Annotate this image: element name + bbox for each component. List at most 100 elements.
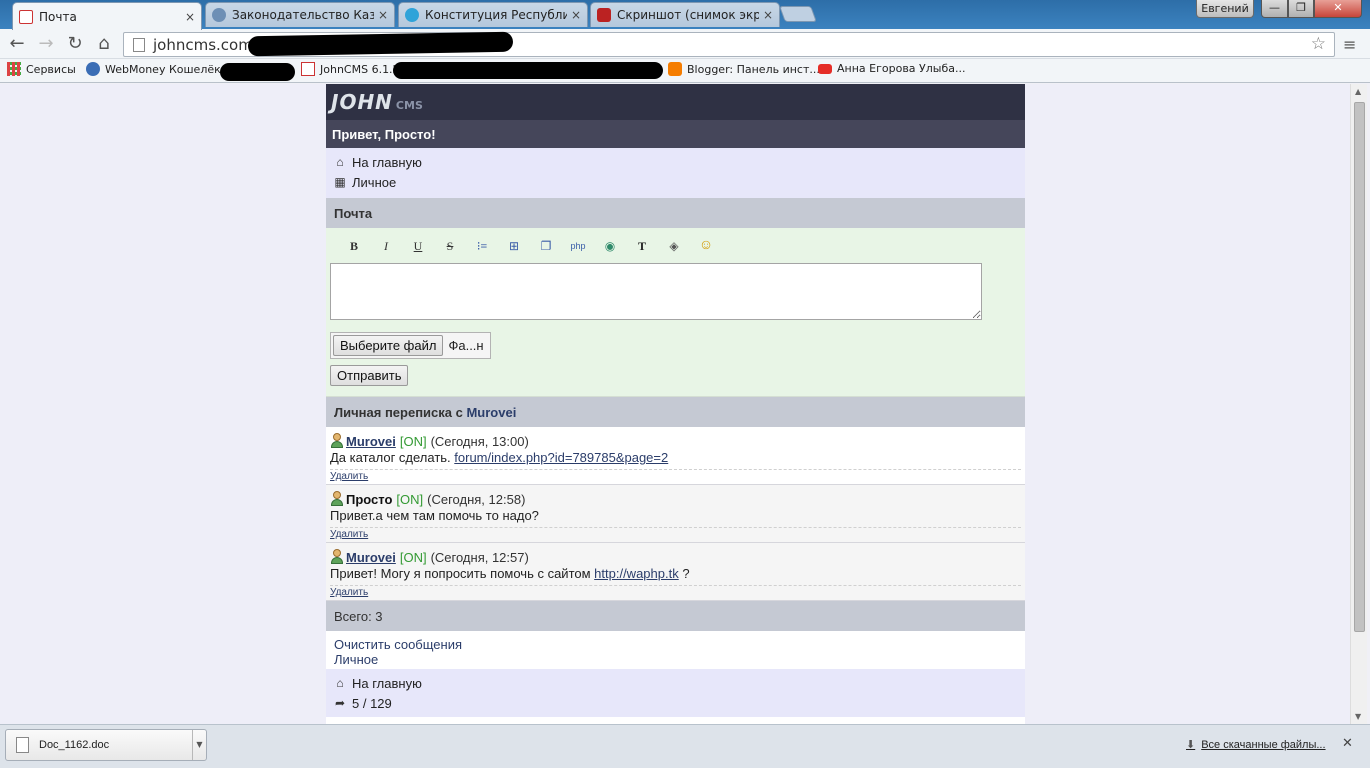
grid-icon: ▦: [334, 175, 346, 189]
all-downloads-link[interactable]: ⬇ Все скачанные файлы...: [1186, 738, 1326, 751]
choose-file-button[interactable]: Выберите файл: [333, 335, 444, 356]
tab-close-icon[interactable]: ×: [571, 8, 581, 22]
forward-icon[interactable]: →: [35, 33, 57, 55]
message-text: Привет.а чем там помочь то надо?: [330, 508, 539, 523]
new-tab-button[interactable]: [779, 6, 817, 22]
total-count: Всего: 3: [326, 601, 1025, 631]
online-counter-icon: ➦: [334, 696, 346, 710]
menu-icon[interactable]: ≡: [1343, 35, 1356, 54]
maximize-button[interactable]: ❐: [1288, 0, 1314, 18]
user-online-icon: [330, 549, 344, 565]
delete-link[interactable]: Удалить: [330, 471, 368, 482]
tab-title: Скриншот (снимок экрана): [617, 8, 759, 22]
message-textarea[interactable]: [330, 263, 982, 320]
redaction-mark: [220, 63, 295, 81]
php-icon[interactable]: php: [562, 241, 594, 251]
scroll-down-icon[interactable]: ▼: [1355, 712, 1361, 721]
text-color-icon[interactable]: T: [626, 239, 658, 254]
download-filename: Doc_1162.doc: [39, 739, 110, 751]
profile-button[interactable]: Евгений: [1196, 0, 1254, 18]
reload-icon[interactable]: ↻: [64, 33, 86, 55]
file-status: Фа...н: [448, 338, 484, 353]
tab-legislation[interactable]: Законодательство Казахста ×: [205, 2, 395, 27]
list-item: Murovei [ON] (Сегодня, 12:57) Привет! Мо…: [326, 543, 1025, 601]
underline-icon[interactable]: U: [402, 239, 434, 254]
home-icon: ⌂: [336, 676, 344, 690]
user-online-icon: [330, 491, 344, 507]
tab-title: Законодательство Казахста: [232, 8, 374, 22]
bookmark-youtube[interactable]: Анна Егорова Улыба...: [818, 62, 965, 75]
conversation-user-link[interactable]: Murovei: [466, 405, 516, 420]
mail-header: Почта: [326, 198, 1025, 228]
home-icon[interactable]: ⌂: [93, 33, 115, 55]
bg-color-icon[interactable]: ◈: [658, 239, 690, 254]
bookmark-webmoney[interactable]: WebMoney Кошелёк: [86, 62, 221, 76]
tab-close-icon[interactable]: ×: [378, 8, 388, 22]
scrollbar-thumb[interactable]: [1354, 102, 1365, 632]
message-time: (Сегодня, 12:57): [430, 549, 529, 565]
tab-pochta[interactable]: Почта ×: [12, 2, 202, 30]
close-window-button[interactable]: ✕: [1314, 0, 1362, 18]
red-favicon: [597, 8, 611, 22]
nav-personal-label: Личное: [352, 174, 397, 190]
file-input[interactable]: Выберите файл Фа...н: [330, 332, 491, 359]
send-button[interactable]: Отправить: [330, 365, 409, 386]
quote-icon[interactable]: ❐: [530, 239, 562, 254]
nav-personal[interactable]: ▦ Личное: [334, 172, 1017, 192]
message-link[interactable]: http://waphp.tk: [594, 566, 679, 581]
greeting-bar: Привет, Просто!: [326, 120, 1025, 148]
message-text-after: ?: [678, 566, 690, 581]
list-item: Просто [ON] (Сегодня, 12:58) Привет.а че…: [326, 485, 1025, 543]
tab-close-icon[interactable]: ×: [763, 8, 773, 22]
download-menu-icon[interactable]: ▼: [192, 730, 206, 760]
site-logo[interactable]: JOHN CMS: [326, 84, 1025, 120]
home-icon: ⌂: [336, 155, 344, 169]
close-shelf-icon[interactable]: ✕: [1342, 736, 1353, 751]
personal-link[interactable]: Личное: [334, 652, 1017, 667]
spoiler-icon[interactable]: ⊞: [498, 239, 530, 254]
message-author[interactable]: Murovei: [346, 434, 396, 449]
list-icon[interactable]: ⁝≡: [466, 239, 498, 254]
smiley-icon[interactable]: ☺: [690, 238, 722, 254]
download-item[interactable]: Doc_1162.doc ▼: [5, 729, 207, 761]
globe-favicon: [212, 8, 226, 22]
bold-icon[interactable]: B: [338, 239, 370, 254]
message-time: (Сегодня, 13:00): [430, 433, 529, 449]
back-icon[interactable]: ←: [6, 33, 28, 55]
top-nav: ⌂ На главную ▦ Личное: [326, 148, 1025, 198]
bookmark-blogger[interactable]: Blogger: Панель инст...: [668, 62, 820, 76]
strike-icon[interactable]: S: [434, 239, 466, 254]
message-author[interactable]: Murovei: [346, 550, 396, 565]
scroll-up-icon[interactable]: ▲: [1355, 87, 1361, 96]
bookmark-label: Сервисы: [26, 62, 76, 76]
all-downloads-label: Все скачанные файлы...: [1201, 739, 1326, 751]
bookmark-johncms[interactable]: JohnCMS 6.1.2: [301, 62, 400, 76]
telegram-like-favicon: [405, 8, 419, 22]
message-link[interactable]: forum/index.php?id=789785&page=2: [454, 450, 668, 465]
redaction-mark: [393, 62, 663, 79]
bookmark-services[interactable]: Сервисы: [7, 62, 76, 76]
browser-toolbar: ← → ↻ ⌂ johncms.com/ ☆ ≡: [0, 29, 1370, 59]
italic-icon[interactable]: I: [370, 239, 402, 254]
delete-link[interactable]: Удалить: [330, 587, 368, 598]
bookmarks-bar: Сервисы WebMoney Кошелёк JohnCMS 6.1.2 B…: [0, 59, 1370, 83]
nav-home[interactable]: ⌂ На главную: [334, 152, 1017, 172]
link-icon[interactable]: ◉: [594, 239, 626, 254]
tab-close-icon[interactable]: ×: [185, 10, 195, 24]
message-author: Просто: [346, 491, 393, 507]
page-scrollbar[interactable]: ▲ ▼: [1350, 84, 1367, 724]
online-counter-label: 5 / 129: [352, 695, 392, 711]
tab-title: Конституция Республики К: [425, 8, 567, 22]
delete-link[interactable]: Удалить: [330, 529, 368, 540]
list-item: Murovei [ON] (Сегодня, 13:00) Да каталог…: [326, 427, 1025, 485]
tab-constitution[interactable]: Конституция Республики К ×: [398, 2, 588, 27]
clear-messages-link[interactable]: Очистить сообщения: [334, 637, 1017, 652]
blogger-icon: [668, 62, 682, 76]
minimize-button[interactable]: —: [1261, 0, 1288, 18]
webmoney-icon: [86, 62, 100, 76]
tab-screenshot[interactable]: Скриншот (снимок экрана) ×: [590, 2, 780, 27]
bookmark-star-icon[interactable]: ☆: [1311, 34, 1326, 54]
footer-online-counter[interactable]: ➦ 5 / 129: [334, 693, 1017, 713]
footer-home[interactable]: ⌂ На главную: [334, 673, 1017, 693]
message-time: (Сегодня, 12:58): [427, 491, 526, 507]
